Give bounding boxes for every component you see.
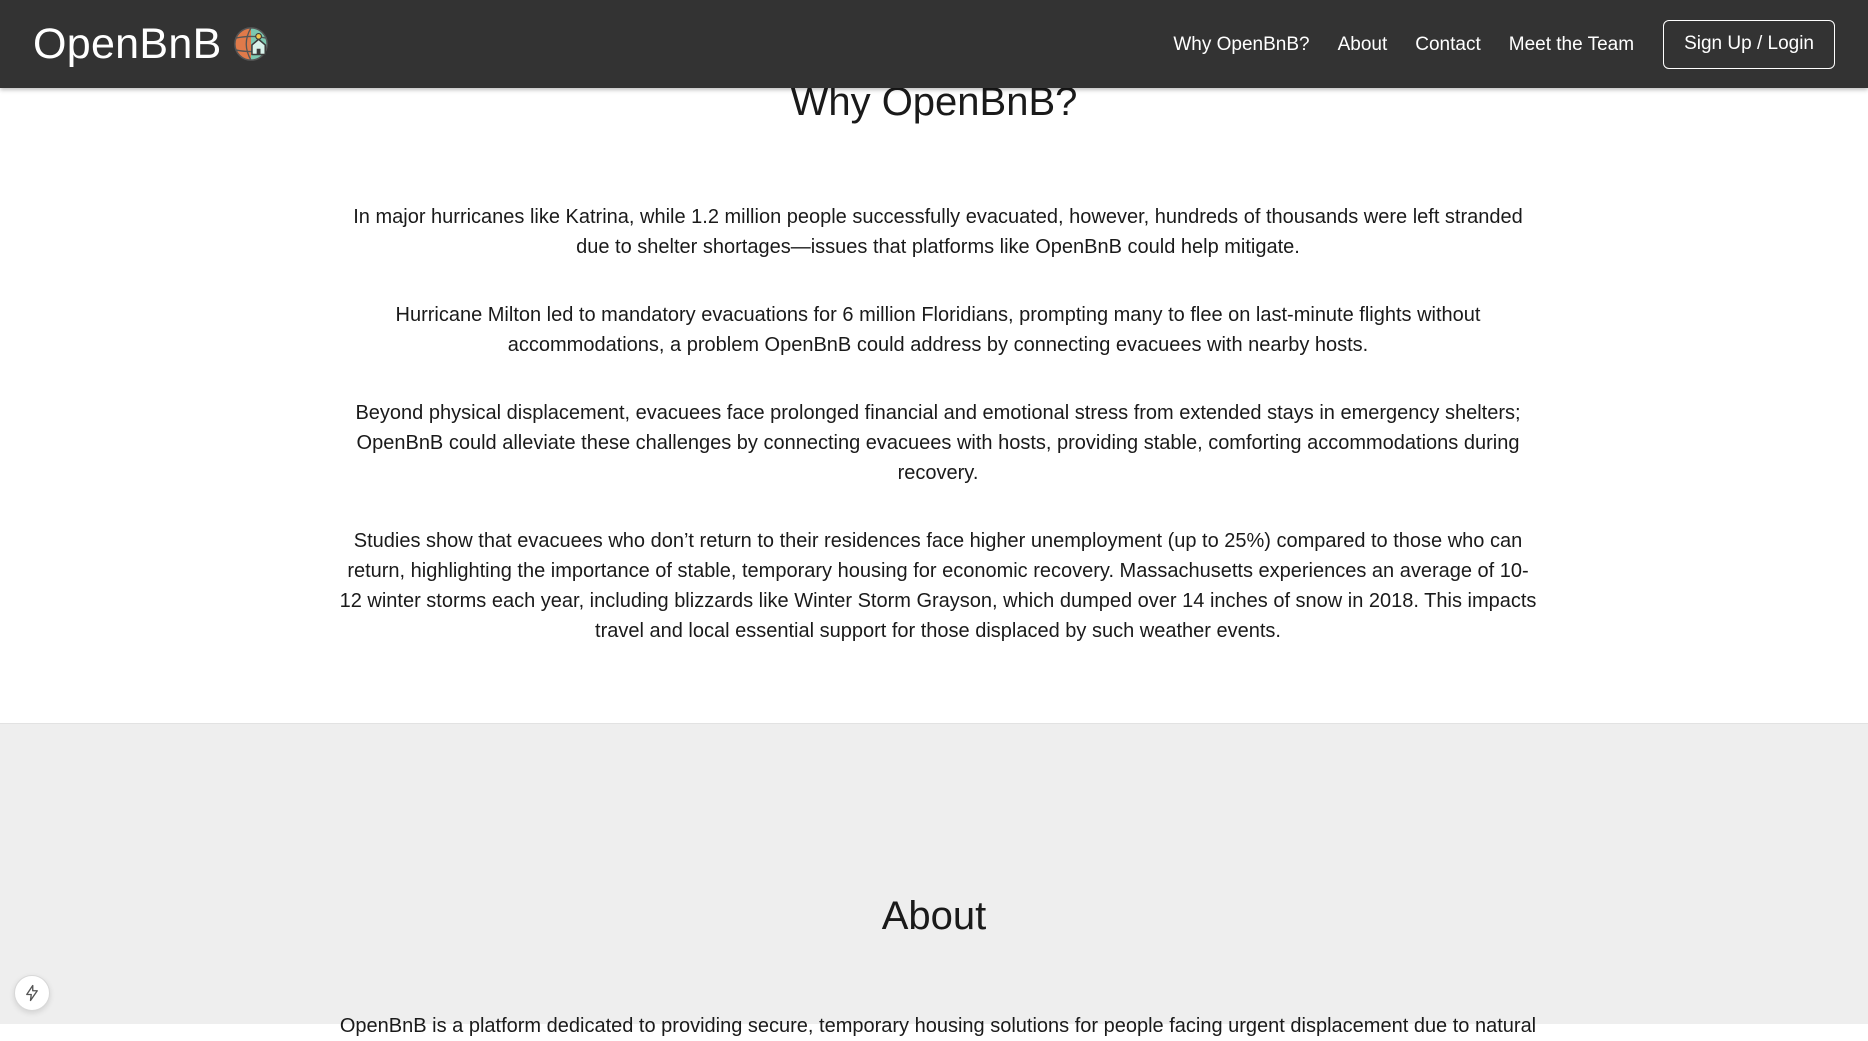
why-openbnb-section: Why OpenBnB? In major hurricanes like Ka… (0, 80, 1868, 723)
why-paragraphs: In major hurricanes like Katrina, while … (338, 202, 1538, 684)
brand-home-link[interactable]: OpenBnB (33, 19, 270, 68)
nav-link-contact[interactable]: Contact (1415, 35, 1480, 54)
nav-link-why-openbnb[interactable]: Why OpenBnB? (1173, 35, 1309, 54)
nav-links: Why OpenBnB? About Contact Meet the Team… (1145, 19, 1835, 69)
why-paragraph-displacement: Beyond physical displacement, evacuees f… (355, 402, 1521, 484)
globe-house-icon (233, 27, 268, 61)
about-paragraph: OpenBnB is a platform dedicated to provi… (339, 1015, 1537, 1037)
nav-link-meet-the-team[interactable]: Meet the Team (1509, 35, 1634, 54)
floating-action-button[interactable] (14, 975, 50, 1011)
why-paragraph-katrina: In major hurricanes like Katrina, while … (353, 206, 1523, 258)
about-section: About OpenBnB is a platform dedicated to… (0, 723, 1868, 1037)
about-section-title: About (881, 894, 987, 938)
brand-name: OpenBnB (33, 19, 222, 68)
nav-link-about[interactable]: About (1338, 35, 1388, 54)
lightning-bolt-icon (26, 984, 38, 1002)
why-paragraph-studies: Studies show that evacuees who don’t ret… (339, 530, 1537, 642)
top-navbar: OpenBnB Why OpenBnB? About Contact Meet … (0, 0, 1868, 88)
sign-up-login-button[interactable]: Sign Up / Login (1663, 19, 1835, 69)
why-paragraph-milton: Hurricane Milton led to mandatory evacua… (395, 304, 1481, 356)
